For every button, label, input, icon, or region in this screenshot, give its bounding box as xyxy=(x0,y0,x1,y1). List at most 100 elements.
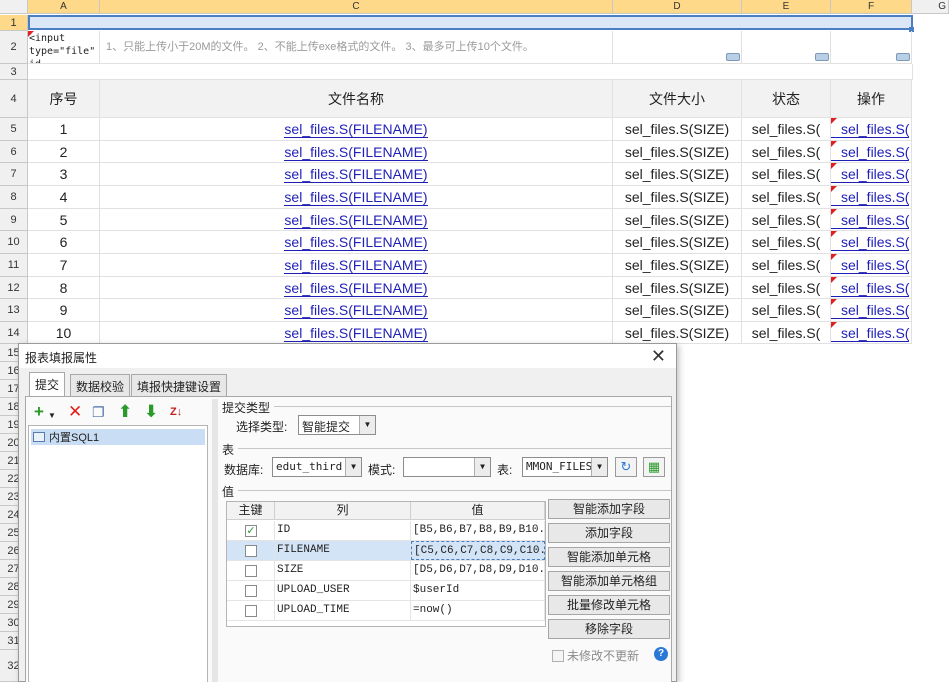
smart-add-cell-group-button[interactable]: 智能添加单元格组 xyxy=(548,571,670,591)
checkbox[interactable] xyxy=(552,650,564,662)
arrow-up-icon[interactable]: ⬆ xyxy=(118,403,132,421)
cell-seq[interactable]: 6 xyxy=(28,231,100,254)
cell-action[interactable]: sel_files.S( xyxy=(831,231,912,254)
smart-add-field-button[interactable]: 智能添加字段 xyxy=(548,499,670,519)
cell-status[interactable]: sel_files.S( xyxy=(742,163,831,186)
row-header[interactable]: 14 xyxy=(0,322,28,344)
column-header-a[interactable]: A xyxy=(28,0,100,14)
sort-icon[interactable]: Z↓ xyxy=(170,403,182,421)
cell-filesize[interactable]: sel_files.S(SIZE) xyxy=(613,118,742,141)
column-header-g[interactable]: G xyxy=(912,0,949,14)
row-header[interactable]: 6 xyxy=(0,141,28,163)
schema-dropdown[interactable]: ▼ xyxy=(403,457,491,477)
cell-filename[interactable]: sel_files.S(FILENAME) xyxy=(100,299,613,322)
column-cell[interactable]: ID xyxy=(275,521,411,540)
row-header[interactable]: 11 xyxy=(0,254,28,277)
cell-filesize[interactable]: sel_files.S(SIZE) xyxy=(613,163,742,186)
cell-status[interactable]: sel_files.S( xyxy=(742,277,831,299)
tab-data-validation[interactable]: 数据校验 xyxy=(70,374,131,396)
row-header[interactable]: 10 xyxy=(0,231,28,254)
key-cell[interactable] xyxy=(227,601,275,620)
cell-filename[interactable]: sel_files.S(FILENAME) xyxy=(100,254,613,277)
widget-button[interactable] xyxy=(815,53,829,61)
cell-filesize[interactable]: sel_files.S(SIZE) xyxy=(613,186,742,209)
cell-filename[interactable]: sel_files.S(FILENAME) xyxy=(100,209,613,231)
primary-key-checkbox[interactable] xyxy=(245,605,257,617)
key-cell[interactable] xyxy=(227,561,275,580)
header-status[interactable]: 状态 xyxy=(742,80,831,118)
refresh-icon[interactable]: ↻ xyxy=(615,457,637,477)
plus-icon[interactable]: + xyxy=(34,403,44,421)
primary-key-checkbox[interactable] xyxy=(245,545,257,557)
cell-seq[interactable]: 4 xyxy=(28,186,100,209)
cell-c2[interactable]: 1、只能上传小于20M的文件。 2、不能上传exe格式的文件。 3、最多可上传1… xyxy=(100,31,613,64)
cell-seq[interactable]: 3 xyxy=(28,163,100,186)
row-3[interactable] xyxy=(28,64,913,80)
cell-filename[interactable]: sel_files.S(FILENAME) xyxy=(100,163,613,186)
cell-status[interactable]: sel_files.S( xyxy=(742,209,831,231)
cell-action[interactable]: sel_files.S( xyxy=(831,299,912,322)
cell-filename[interactable]: sel_files.S(FILENAME) xyxy=(100,118,613,141)
cell-seq[interactable]: 9 xyxy=(28,299,100,322)
row-header[interactable]: 13 xyxy=(0,299,28,322)
header-filename[interactable]: 文件名称 xyxy=(100,80,613,118)
cell-status[interactable]: sel_files.S( xyxy=(742,231,831,254)
cell-action[interactable]: sel_files.S( xyxy=(831,254,912,277)
cell-status[interactable]: sel_files.S( xyxy=(742,299,831,322)
delete-icon[interactable]: ✕ xyxy=(68,403,82,421)
row-header[interactable]: 4 xyxy=(0,80,28,118)
cell-status[interactable]: sel_files.S( xyxy=(742,322,831,344)
cell-filename[interactable]: sel_files.S(FILENAME) xyxy=(100,277,613,299)
cell-filesize[interactable]: sel_files.S(SIZE) xyxy=(613,209,742,231)
cell-action[interactable]: sel_files.S( xyxy=(831,277,912,299)
arrow-down-icon[interactable]: ⬇ xyxy=(144,403,158,421)
column-header-d[interactable]: D xyxy=(613,0,742,14)
header-seq[interactable]: 序号 xyxy=(28,80,100,118)
cell-action[interactable]: sel_files.S( xyxy=(831,186,912,209)
grid-row[interactable]: FILENAME [C5,C6,C7,C8,C9,C10... xyxy=(227,541,545,561)
row-header[interactable]: 7 xyxy=(0,163,28,186)
cell-status[interactable]: sel_files.S( xyxy=(742,141,831,163)
cell-action[interactable]: sel_files.S( xyxy=(831,141,912,163)
select-all-corner[interactable] xyxy=(0,0,28,14)
cell-seq[interactable]: 1 xyxy=(28,118,100,141)
remove-field-button[interactable]: 移除字段 xyxy=(548,619,670,639)
no-update-if-unmodified-checkbox[interactable]: 未修改不更新 xyxy=(552,647,639,664)
row-header[interactable]: 1 xyxy=(0,15,28,31)
select-type-dropdown[interactable]: 智能提交 ▼ xyxy=(298,415,376,435)
cell-status[interactable]: sel_files.S( xyxy=(742,186,831,209)
value-cell[interactable]: =now() xyxy=(411,601,545,620)
grid-row[interactable]: UPLOAD_USER $userId xyxy=(227,581,545,601)
smart-add-cell-button[interactable]: 智能添加单元格 xyxy=(548,547,670,567)
dialog-titlebar[interactable]: 报表填报属性 ✕ xyxy=(19,344,676,368)
column-cell[interactable]: FILENAME xyxy=(275,541,411,560)
grid-header-column[interactable]: 列 xyxy=(275,502,411,520)
field-mapping-grid[interactable]: 主键 列 值 ✓ ID [B5,B6,B7,B8,B9,B10... FILENAME… xyxy=(226,501,546,627)
row-header[interactable]: 2 xyxy=(0,31,28,64)
cell-filename[interactable]: sel_files.S(FILENAME) xyxy=(100,141,613,163)
row-header[interactable]: 8 xyxy=(0,186,28,209)
database-dropdown[interactable]: edut_third ▼ xyxy=(272,457,362,477)
cell-seq[interactable]: 2 xyxy=(28,141,100,163)
column-cell[interactable]: UPLOAD_USER xyxy=(275,581,411,600)
cell-seq[interactable]: 8 xyxy=(28,277,100,299)
spreadsheet[interactable]: A C D E F G 1 2 3 4 5 6 7 8 9 10 11 12 13 14 15 16 17 18 1… xyxy=(0,0,949,682)
cell-action[interactable]: sel_files.S( xyxy=(831,209,912,231)
cell-filesize[interactable]: sel_files.S(SIZE) xyxy=(613,322,742,344)
primary-key-checkbox[interactable] xyxy=(245,585,257,597)
header-action[interactable]: 操作 xyxy=(831,80,912,118)
cell-filename[interactable]: sel_files.S(FILENAME) xyxy=(100,322,613,344)
row-header[interactable]: 9 xyxy=(0,209,28,231)
grid-header-value[interactable]: 值 xyxy=(411,502,545,520)
key-cell[interactable] xyxy=(227,541,275,560)
row-header[interactable]: 12 xyxy=(0,277,28,299)
sql-list[interactable]: 内置SQL1 xyxy=(28,425,208,682)
cell-action[interactable]: sel_files.S( xyxy=(831,322,912,344)
column-header-f[interactable]: F xyxy=(831,0,912,14)
cell-filesize[interactable]: sel_files.S(SIZE) xyxy=(613,254,742,277)
cell-action[interactable]: sel_files.S( xyxy=(831,163,912,186)
splitter[interactable] xyxy=(212,399,218,682)
primary-key-checkbox[interactable]: ✓ xyxy=(245,525,257,537)
cell-status[interactable]: sel_files.S( xyxy=(742,254,831,277)
key-cell[interactable] xyxy=(227,581,275,600)
